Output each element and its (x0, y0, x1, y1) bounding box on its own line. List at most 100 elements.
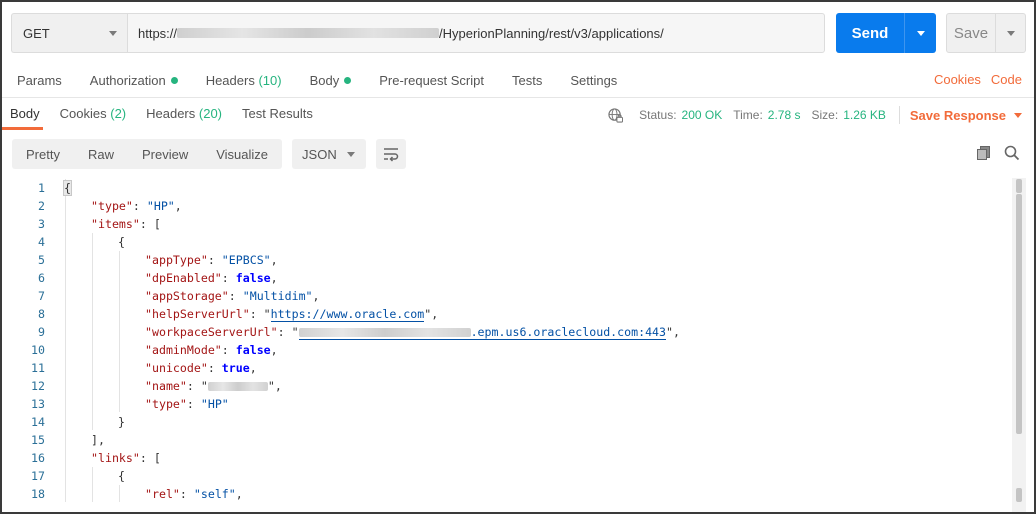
line-number: 9 (38, 325, 45, 339)
scroll-thumb[interactable] (1016, 194, 1022, 434)
scroll-up-handle[interactable] (1016, 179, 1022, 193)
scroll-down-handle[interactable] (1016, 488, 1022, 502)
view-preview[interactable]: Preview (128, 147, 202, 162)
save-options-button[interactable] (995, 14, 1025, 52)
status-label: Status: (639, 108, 677, 122)
view-pretty[interactable]: Pretty (12, 147, 74, 162)
code-punc: ], (91, 433, 105, 447)
globe-lock-icon[interactable] (608, 107, 624, 123)
code-line: 16 "links": [ (2, 449, 1002, 467)
code-line: 9 "workpaceServerUrl": " .epm.us6.oraclecl… (2, 323, 1002, 341)
code-punc: : (228, 289, 243, 303)
code-text: "items": [ (91, 215, 161, 233)
save-button[interactable]: Save (946, 13, 1026, 53)
tab-authorization[interactable]: Authorization (90, 73, 178, 88)
tab-body[interactable]: Body (310, 73, 352, 88)
time-label: Time: (733, 108, 763, 122)
code-line: 8 "helpServerUrl": "https://www.oracle.co… (2, 305, 1002, 323)
cookies-link[interactable]: Cookies (934, 72, 981, 87)
vertical-scrollbar[interactable] (1012, 178, 1026, 512)
redacted-host (177, 28, 440, 38)
url-input[interactable]: https:// /HyperionPlanning/rest/v3/appli… (127, 13, 825, 53)
chevron-down-icon (1006, 30, 1015, 36)
send-button[interactable]: Send (836, 13, 936, 53)
code-key: "type" (91, 199, 133, 213)
line-number: 16 (31, 451, 45, 465)
code-text: "dpEnabled": false, (145, 269, 278, 287)
view-visualize[interactable]: Visualize (202, 147, 282, 162)
save-label: Save (953, 24, 989, 42)
code-line: 2 "type": "HP", (2, 197, 1002, 215)
code-line: 13 "type": "HP" (2, 395, 1002, 413)
code-str: "EPBCS" (221, 253, 271, 267)
code-punc: : (207, 361, 222, 375)
code-text: ], (91, 431, 105, 449)
code-text: { (118, 467, 125, 485)
redacted-host (298, 328, 471, 337)
line-number: 1 (38, 181, 45, 195)
line-number: 7 (38, 289, 45, 303)
code-link: https://www.oracle.com (270, 307, 425, 322)
tab-tests[interactable]: Tests (512, 73, 542, 88)
time-value: 2.78 s (767, 108, 801, 122)
chevron-down-icon (916, 30, 925, 36)
code-text: "appStorage": "Multidim", (145, 287, 320, 305)
code-line: 4{ (2, 233, 1002, 251)
line-number: 4 (38, 235, 45, 249)
code-text: { (118, 233, 125, 251)
code-line: 14} (2, 413, 1002, 431)
code-line: 18 "rel": "self", (2, 485, 1002, 503)
send-options-button[interactable] (904, 13, 936, 53)
line-number: 15 (31, 433, 45, 447)
line-number: 18 (31, 487, 45, 501)
code-punc: : [ (139, 451, 161, 465)
copy-icon[interactable] (976, 145, 992, 161)
tab-response-body[interactable]: Body (2, 106, 43, 130)
chevron-down-icon (347, 151, 356, 157)
code-link[interactable]: Code (991, 72, 1022, 87)
format-select[interactable]: JSON (292, 139, 367, 169)
tab-test-results[interactable]: Test Results (242, 106, 313, 121)
search-icon[interactable] (1004, 145, 1020, 161)
code-str: "HP" (200, 397, 229, 411)
line-number: 14 (31, 415, 45, 429)
code-punc: , (235, 487, 243, 501)
code-key: "appType" (145, 253, 208, 267)
code-key: "items" (91, 217, 140, 231)
url-suffix: /HyperionPlanning/rest/v3/applications/ (439, 25, 664, 41)
code-punc: : " (186, 379, 208, 393)
code-brace: { (63, 180, 72, 196)
tab-response-cookies[interactable]: Cookies (2) (60, 106, 126, 121)
wrap-lines-button[interactable] (376, 139, 407, 169)
tab-params[interactable]: Params (17, 73, 62, 88)
response-bar: Body Cookies (2) Headers (20) Test Resul… (2, 97, 1034, 130)
code-line: 12 "name": " ", (2, 377, 1002, 395)
code-text: "workpaceServerUrl": " .epm.us6.oracleclo… (145, 323, 680, 341)
code-punc: : (186, 397, 201, 411)
tab-settings[interactable]: Settings (570, 73, 617, 88)
line-number: 13 (31, 397, 45, 411)
code-str: "Multidim" (242, 289, 313, 303)
request-bar: GET https:// /HyperionPlanning/rest/v3/a… (11, 13, 825, 53)
code-punc: } (118, 415, 125, 429)
tab-pre-request-script[interactable]: Pre-request Script (379, 73, 484, 88)
redacted-value (207, 382, 268, 391)
code-punc: ", (666, 325, 680, 339)
view-raw[interactable]: Raw (74, 147, 128, 162)
code-key: "adminMode" (145, 343, 222, 357)
code-kw: true (221, 361, 250, 375)
save-response-button[interactable]: Save Response (910, 108, 1022, 123)
code-line: 5 "appType": "EPBCS", (2, 251, 1002, 269)
size-value: 1.26 KB (843, 108, 886, 122)
code-text: } (118, 413, 125, 431)
line-number: 3 (38, 217, 45, 231)
code-line: 1{ (2, 179, 1002, 197)
code-str: "HP" (146, 199, 175, 213)
code-punc: : " (277, 325, 299, 339)
tab-response-headers[interactable]: Headers (20) (146, 106, 222, 121)
method-select[interactable]: GET (11, 13, 127, 53)
tab-headers[interactable]: Headers (10) (206, 73, 282, 88)
response-body-editor[interactable]: 1{2 "type": "HP", 3 "items": [4{5 "appType":… (2, 178, 1034, 512)
code-text: "adminMode": false, (145, 341, 278, 359)
code-punc: : [ (139, 217, 161, 231)
